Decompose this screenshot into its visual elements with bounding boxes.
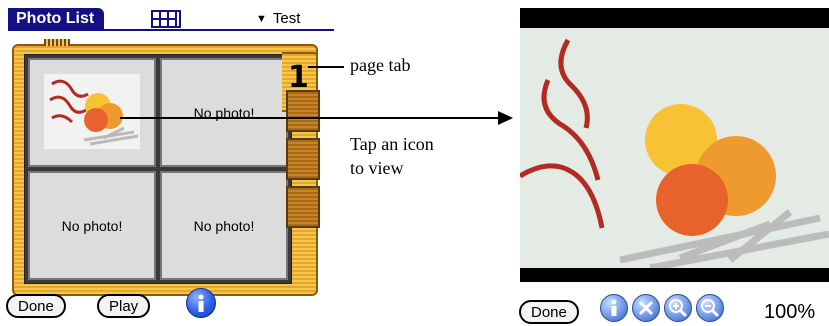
tap-annotation-line1: Tap an icon [350,134,434,154]
viewer-bottom-bar [520,268,829,282]
tap-annotation-line2: to view [350,158,404,178]
viewer-top-bar [520,8,829,28]
zoom-out-icon[interactable] [696,294,724,322]
zoom-in-icon[interactable] [664,294,692,322]
viewer-done-button[interactable]: Done [519,300,579,324]
close-icon[interactable] [632,294,660,322]
zoom-level: 100% [764,301,816,323]
info-icon[interactable] [600,294,628,322]
page-tab-annotation: page tab [350,55,411,75]
full-photo[interactable] [520,28,829,268]
